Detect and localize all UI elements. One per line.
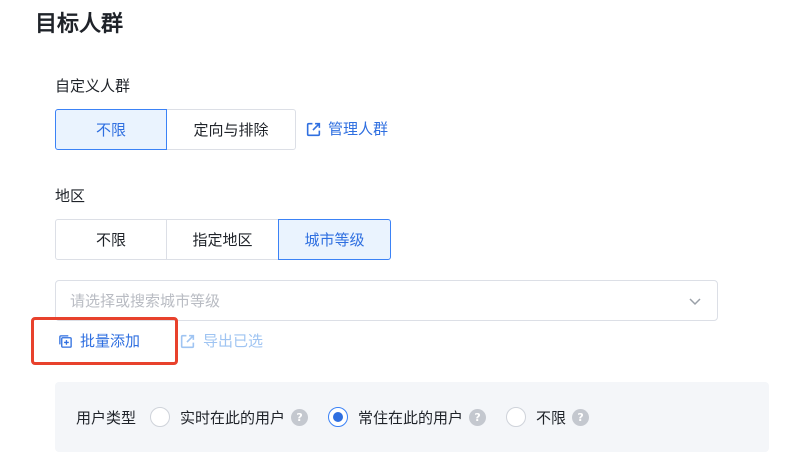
manage-audience-text: 管理人群 [328, 120, 389, 138]
radio-unlimited-label: 不限 [536, 408, 567, 427]
region-option-city-level[interactable]: 城市等级 [278, 219, 391, 260]
region-option-specified[interactable]: 指定地区 [166, 219, 279, 260]
radio-resident[interactable] [328, 407, 349, 427]
city-level-select[interactable]: 请选择或搜索城市等级 [55, 280, 718, 321]
help-icon[interactable]: ? [469, 408, 487, 426]
radio-realtime-label: 实时在此的用户 [180, 408, 286, 427]
custom-audience-label: 自定义人群 [55, 77, 131, 95]
radio-resident-label: 常住在此的用户 [358, 408, 464, 427]
region-segmented: 不限 指定地区 城市等级 [55, 219, 391, 260]
help-icon[interactable]: ? [572, 408, 590, 426]
user-type-label: 用户类型 [76, 408, 137, 427]
custom-audience-segmented: 不限 定向与排除 [55, 109, 296, 150]
user-type-unlimited[interactable]: 不限 ? [506, 407, 590, 428]
export-icon [180, 334, 195, 348]
audience-option-target-exclude[interactable]: 定向与排除 [166, 109, 296, 150]
export-selected-text: 导出已选 [203, 332, 264, 350]
region-option-unlimited[interactable]: 不限 [55, 219, 167, 260]
external-link-icon [306, 122, 321, 136]
radio-unlimited[interactable] [506, 407, 527, 427]
manage-audience-link[interactable]: 管理人群 [305, 118, 388, 140]
target-audience-page: 目标人群 自定义人群 不限 定向与排除 管理人群 地区 不限 指定地区 城市等级… [0, 0, 800, 463]
audience-option-unlimited[interactable]: 不限 [55, 109, 167, 150]
batch-add-button[interactable]: 批量添加 [58, 330, 140, 352]
user-type-row: 用户类型 实时在此的用户 ? 常住在此的用户 ? 不限 ? [76, 404, 609, 430]
region-label: 地区 [55, 187, 86, 205]
radio-realtime[interactable] [150, 407, 171, 427]
user-type-resident[interactable]: 常住在此的用户 ? [328, 407, 487, 428]
add-copy-icon [59, 334, 72, 348]
page-title: 目标人群 [35, 12, 124, 37]
export-selected-button[interactable]: 导出已选 [179, 330, 263, 352]
user-type-realtime[interactable]: 实时在此的用户 ? [150, 407, 309, 428]
user-type-panel: 用户类型 实时在此的用户 ? 常住在此的用户 ? 不限 ? [55, 382, 769, 452]
chevron-down-icon [689, 297, 701, 305]
help-icon[interactable]: ? [291, 408, 309, 426]
city-level-placeholder: 请选择或搜索城市等级 [70, 292, 221, 310]
batch-add-text: 批量添加 [80, 332, 141, 350]
